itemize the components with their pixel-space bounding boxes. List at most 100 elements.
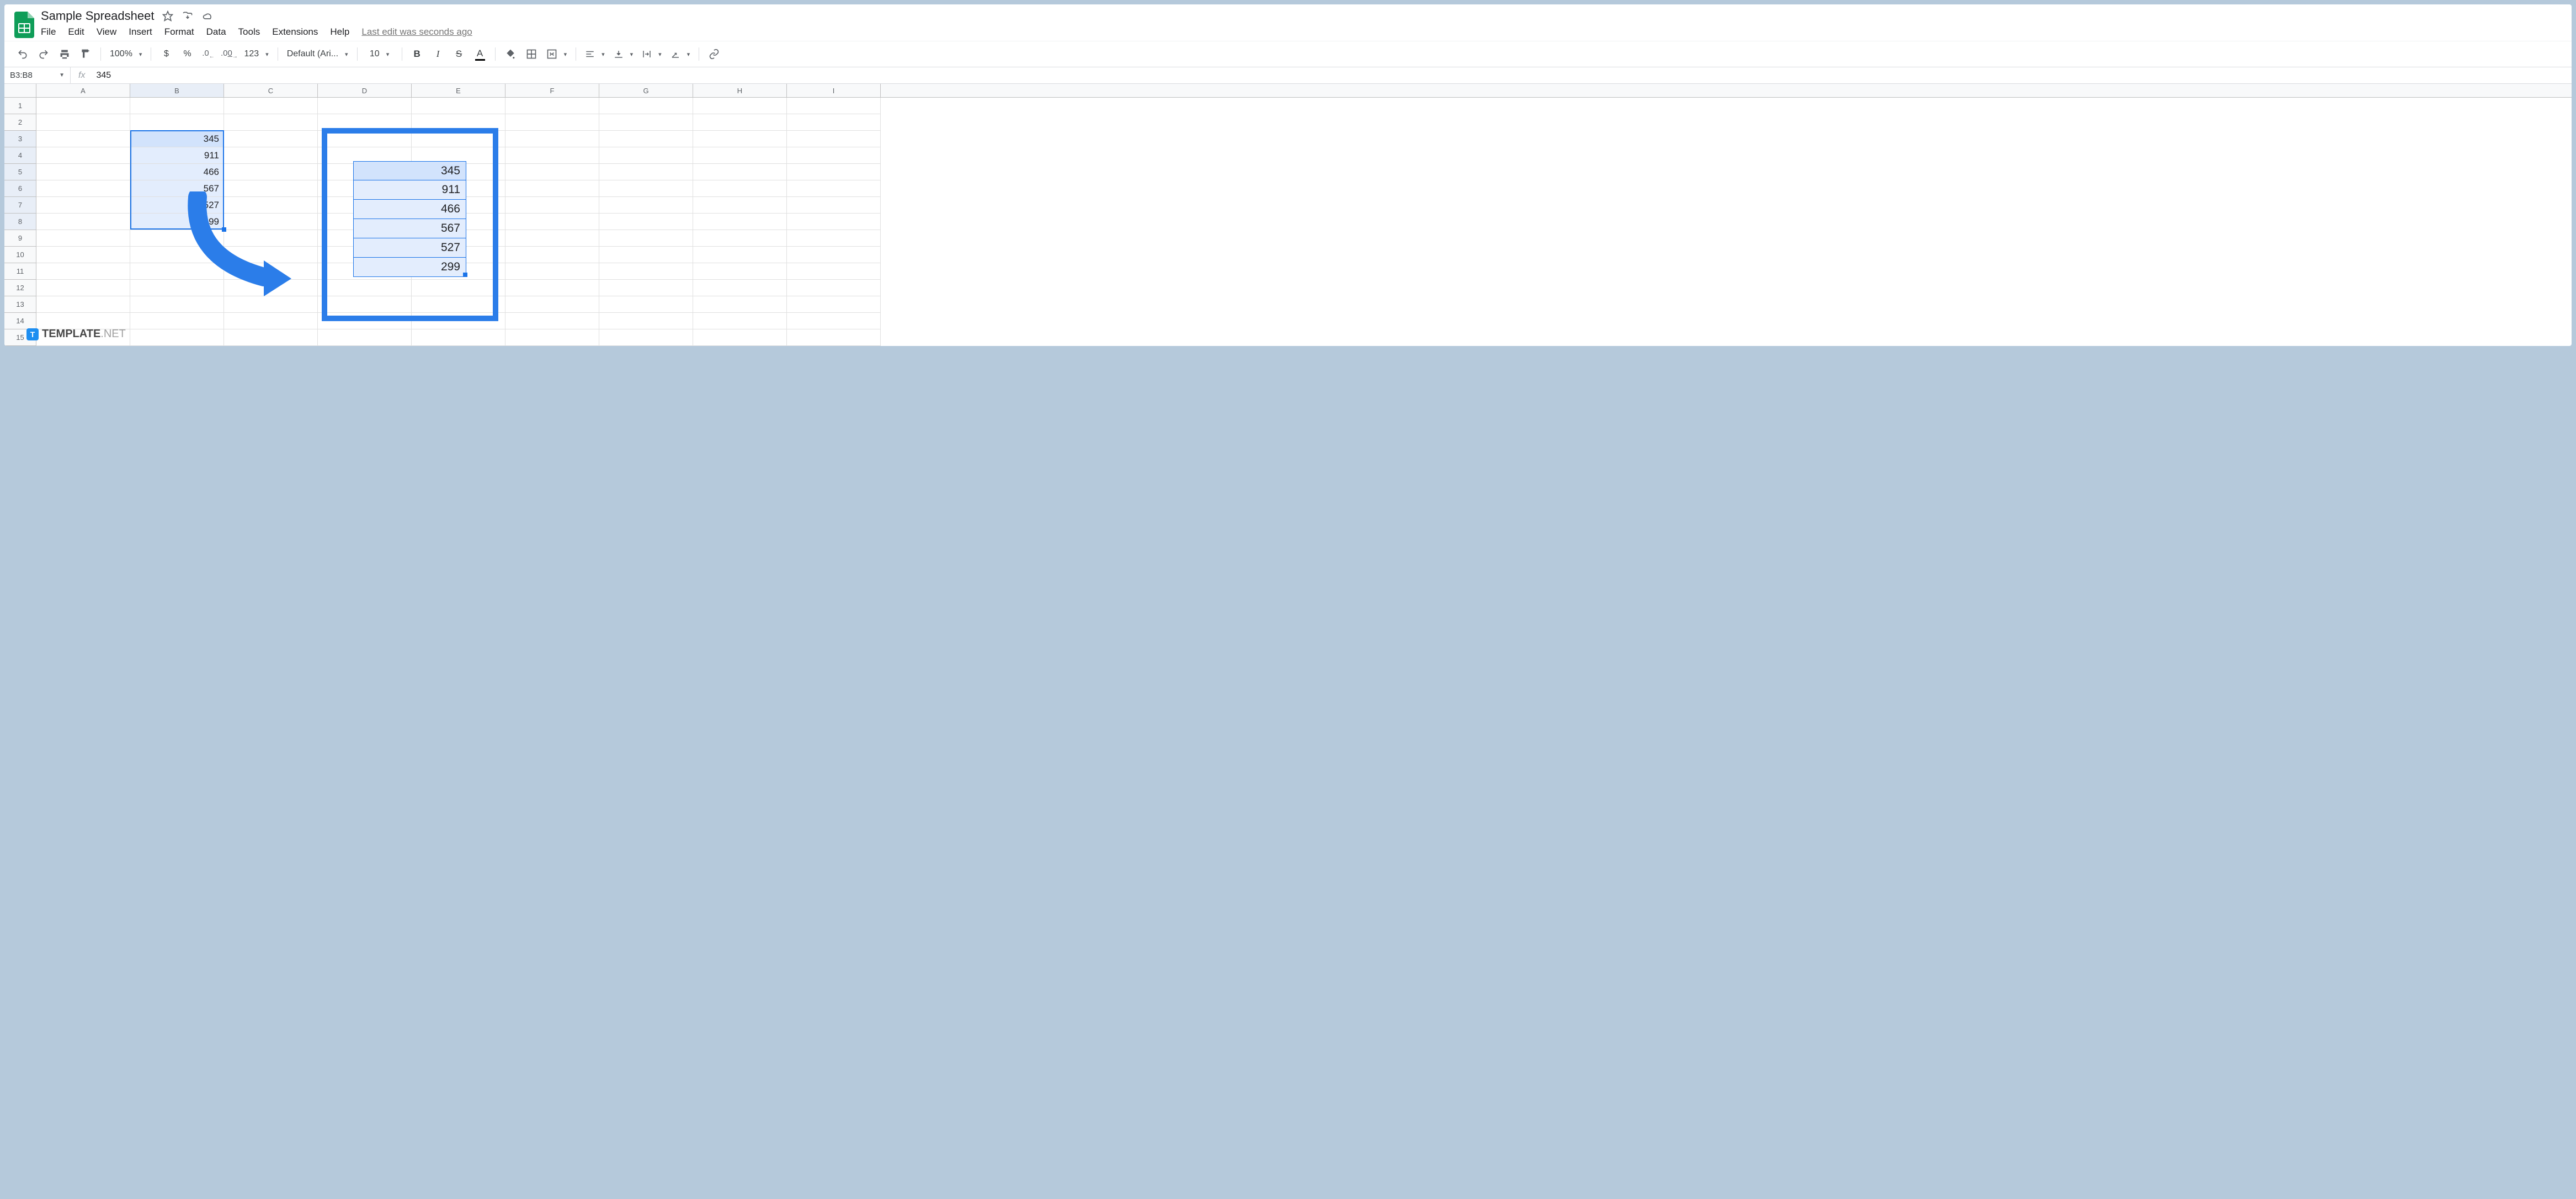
cell-E3[interactable] <box>412 131 505 147</box>
cell-C5[interactable] <box>224 164 318 180</box>
cell-E13[interactable] <box>412 296 505 313</box>
menu-view[interactable]: View <box>97 26 117 38</box>
row-header-4[interactable]: 4 <box>4 147 36 164</box>
cell-C3[interactable] <box>224 131 318 147</box>
cell-G15[interactable] <box>599 329 693 346</box>
cell-G3[interactable] <box>599 131 693 147</box>
valign-dropdown[interactable] <box>610 49 637 59</box>
cell-D1[interactable] <box>318 98 412 114</box>
name-box[interactable]: B3:B8 ▼ <box>4 67 71 83</box>
row-header-11[interactable]: 11 <box>4 263 36 280</box>
menu-file[interactable]: File <box>41 26 56 38</box>
cell-G12[interactable] <box>599 280 693 296</box>
menu-data[interactable]: Data <box>206 26 226 38</box>
cell-D3[interactable] <box>318 131 412 147</box>
cell-H1[interactable] <box>693 98 787 114</box>
zoom-dropdown[interactable]: 100% <box>107 49 145 59</box>
cell-B4[interactable]: 911 <box>130 147 224 164</box>
cell-G14[interactable] <box>599 313 693 329</box>
cell-G10[interactable] <box>599 247 693 263</box>
cell-E14[interactable] <box>412 313 505 329</box>
cell-F11[interactable] <box>505 263 599 280</box>
column-header-G[interactable]: G <box>599 84 693 97</box>
cell-E12[interactable] <box>412 280 505 296</box>
cell-H15[interactable] <box>693 329 787 346</box>
cell-F7[interactable] <box>505 197 599 214</box>
cell-H9[interactable] <box>693 230 787 247</box>
cell-F14[interactable] <box>505 313 599 329</box>
cell-B1[interactable] <box>130 98 224 114</box>
cell-A14[interactable] <box>36 313 130 329</box>
fill-color-button[interactable] <box>501 45 520 63</box>
cell-I2[interactable] <box>787 114 881 131</box>
print-button[interactable] <box>55 45 74 63</box>
cell-H14[interactable] <box>693 313 787 329</box>
cell-I7[interactable] <box>787 197 881 214</box>
cell-B6[interactable]: 567 <box>130 180 224 197</box>
row-header-10[interactable]: 10 <box>4 247 36 263</box>
cell-H13[interactable] <box>693 296 787 313</box>
cell-F3[interactable] <box>505 131 599 147</box>
borders-button[interactable] <box>522 45 541 63</box>
cell-H5[interactable] <box>693 164 787 180</box>
cell-A9[interactable] <box>36 230 130 247</box>
number-format-dropdown[interactable]: 123 <box>241 49 272 59</box>
menu-extensions[interactable]: Extensions <box>272 26 318 38</box>
cell-H2[interactable] <box>693 114 787 131</box>
font-size-dropdown[interactable]: 10 <box>363 49 396 59</box>
menu-edit[interactable]: Edit <box>68 26 84 38</box>
cell-C9[interactable] <box>224 230 318 247</box>
cell-F9[interactable] <box>505 230 599 247</box>
row-header-9[interactable]: 9 <box>4 230 36 247</box>
cell-D13[interactable] <box>318 296 412 313</box>
column-header-E[interactable]: E <box>412 84 505 97</box>
cell-C7[interactable] <box>224 197 318 214</box>
row-header-1[interactable]: 1 <box>4 98 36 114</box>
cell-A13[interactable] <box>36 296 130 313</box>
cell-H6[interactable] <box>693 180 787 197</box>
cell-I11[interactable] <box>787 263 881 280</box>
column-header-A[interactable]: A <box>36 84 130 97</box>
cell-B5[interactable]: 466 <box>130 164 224 180</box>
row-header-13[interactable]: 13 <box>4 296 36 313</box>
cell-I8[interactable] <box>787 214 881 230</box>
cell-F4[interactable] <box>505 147 599 164</box>
cell-C4[interactable] <box>224 147 318 164</box>
cell-F8[interactable] <box>505 214 599 230</box>
cell-F12[interactable] <box>505 280 599 296</box>
cell-A7[interactable] <box>36 197 130 214</box>
cell-F10[interactable] <box>505 247 599 263</box>
cell-H11[interactable] <box>693 263 787 280</box>
sheets-logo[interactable] <box>13 10 35 40</box>
cloud-status-icon[interactable] <box>201 10 214 22</box>
formula-input[interactable]: 345 <box>93 71 114 81</box>
column-header-C[interactable]: C <box>224 84 318 97</box>
cell-G1[interactable] <box>599 98 693 114</box>
cell-A12[interactable] <box>36 280 130 296</box>
cell-I13[interactable] <box>787 296 881 313</box>
move-icon[interactable] <box>182 10 194 22</box>
cell-B8[interactable]: 299 <box>130 214 224 230</box>
cell-I1[interactable] <box>787 98 881 114</box>
cell-D2[interactable] <box>318 114 412 131</box>
cell-B9[interactable] <box>130 230 224 247</box>
cell-G7[interactable] <box>599 197 693 214</box>
cell-E2[interactable] <box>412 114 505 131</box>
cell-C14[interactable] <box>224 313 318 329</box>
wrap-dropdown[interactable] <box>638 49 665 59</box>
cell-B11[interactable] <box>130 263 224 280</box>
row-header-7[interactable]: 7 <box>4 197 36 214</box>
decrease-decimal-button[interactable]: .0← <box>199 45 217 63</box>
cell-C13[interactable] <box>224 296 318 313</box>
row-header-6[interactable]: 6 <box>4 180 36 197</box>
select-all-corner[interactable] <box>4 84 36 97</box>
cell-C15[interactable] <box>224 329 318 346</box>
cell-I12[interactable] <box>787 280 881 296</box>
row-header-14[interactable]: 14 <box>4 313 36 329</box>
cell-H3[interactable] <box>693 131 787 147</box>
cell-B10[interactable] <box>130 247 224 263</box>
cell-I5[interactable] <box>787 164 881 180</box>
doc-title[interactable]: Sample Spreadsheet <box>41 9 154 23</box>
cell-B2[interactable] <box>130 114 224 131</box>
currency-button[interactable]: $ <box>157 45 175 63</box>
